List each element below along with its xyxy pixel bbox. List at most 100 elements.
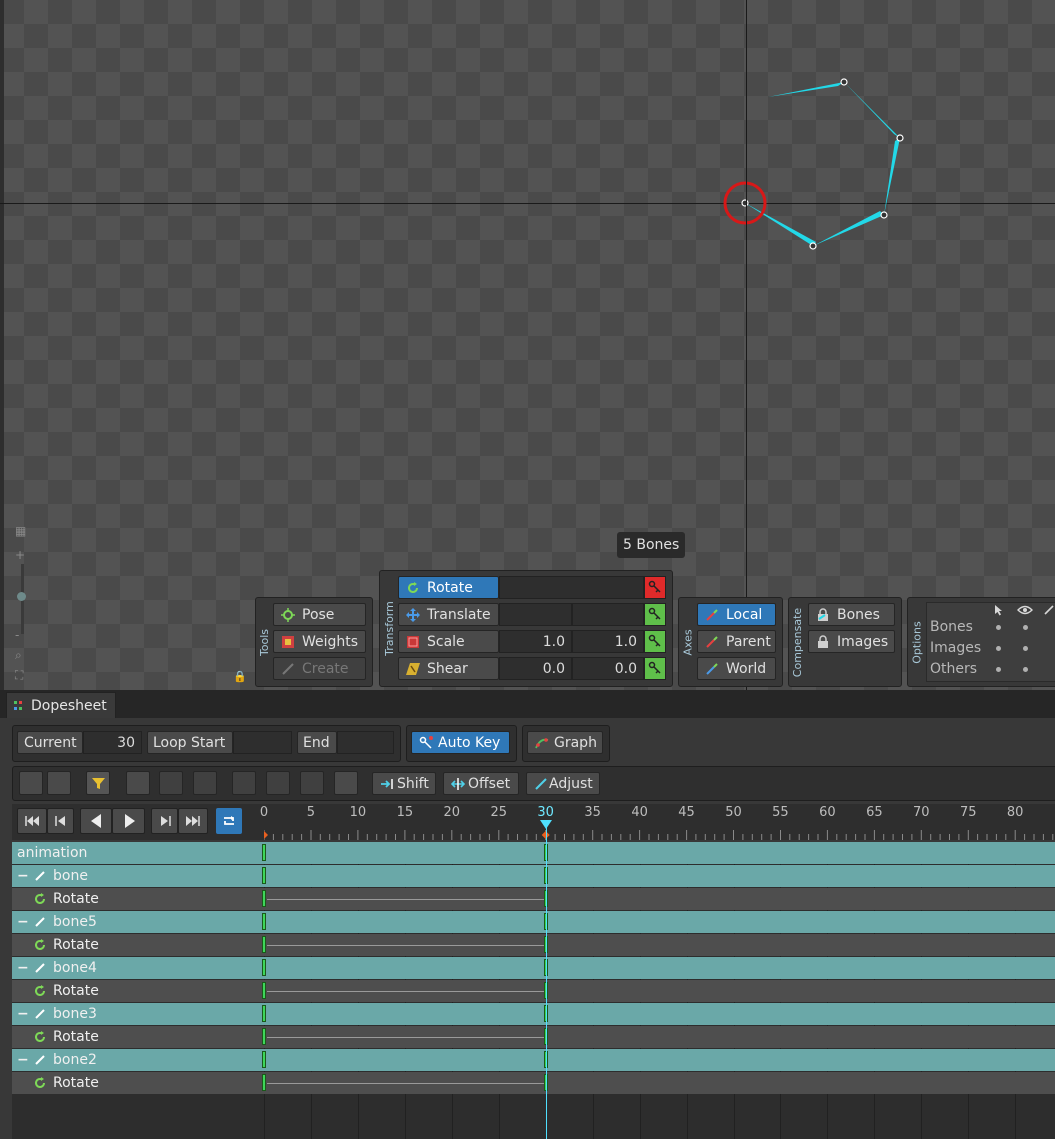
option-toggle[interactable] — [1023, 646, 1028, 651]
create-bone-icon — [282, 663, 294, 675]
fit-view-icon[interactable]: ⛶ — [15, 668, 23, 683]
option-toggle[interactable] — [1023, 625, 1028, 630]
cut-icon[interactable] — [266, 771, 290, 795]
loop-toggle-button[interactable] — [216, 808, 242, 834]
offset-button[interactable]: Offset — [443, 772, 519, 795]
keyframe[interactable] — [262, 867, 266, 884]
zoom-in-icon[interactable]: + — [15, 548, 25, 562]
shear-y-field[interactable]: 0.0 — [572, 657, 644, 680]
key-interpolation-line — [267, 1083, 544, 1084]
key-interpolation-line — [267, 945, 544, 946]
collapse-icon[interactable]: − — [17, 1049, 29, 1071]
local-axes-button[interactable]: Local — [697, 603, 776, 626]
adjust-button[interactable]: Adjust — [526, 772, 600, 795]
collapse-icon[interactable]: − — [17, 1003, 29, 1025]
expand-all-icon[interactable] — [47, 771, 71, 795]
bone-track-row[interactable]: − bone4 — [12, 957, 1055, 979]
playhead[interactable] — [546, 820, 547, 1139]
keyframe[interactable] — [262, 1005, 266, 1022]
shear-x-field[interactable]: 0.0 — [499, 657, 572, 680]
option-toggle[interactable] — [996, 667, 1001, 672]
keyframe[interactable] — [262, 936, 266, 953]
paste-icon[interactable] — [334, 771, 358, 795]
bone-track-row[interactable]: − bone — [12, 865, 1055, 887]
create-tool-button[interactable]: Create — [273, 657, 366, 680]
zoom-slider-knob[interactable] — [17, 592, 26, 601]
zoom-control[interactable]: ▦ + - ⌕ ⛶ — [12, 524, 32, 684]
curve-icon[interactable] — [193, 771, 217, 795]
keyframe[interactable] — [262, 982, 266, 999]
option-toggle[interactable] — [1023, 667, 1028, 672]
scale-key-button[interactable] — [644, 630, 666, 653]
lock-icon[interactable]: 🔒 — [233, 670, 247, 683]
keyframe[interactable] — [262, 1028, 266, 1045]
weights-tool-button[interactable]: Weights — [273, 630, 366, 653]
play-backward-icon — [91, 814, 101, 828]
timeline-name: Rotate — [53, 1029, 99, 1045]
world-axes-button[interactable]: World — [697, 657, 776, 680]
bone-track-row[interactable]: − bone2 — [12, 1049, 1055, 1071]
last-frame-button[interactable] — [178, 808, 208, 834]
translate-y-field[interactable] — [572, 603, 644, 626]
collapse-icon[interactable]: − — [17, 957, 29, 979]
previous-key-button[interactable] — [47, 808, 74, 834]
rotate-mode-button[interactable]: Rotate — [398, 576, 499, 599]
keyframe[interactable] — [262, 890, 266, 907]
option-toggle[interactable] — [996, 646, 1001, 651]
copy-icon[interactable] — [232, 771, 256, 795]
scale-y-field[interactable]: 1.0 — [572, 630, 644, 653]
loop-keys-icon[interactable] — [159, 771, 183, 795]
keyframe[interactable] — [262, 1051, 266, 1068]
shear-mode-button[interactable]: Shear — [398, 657, 499, 680]
animation-row[interactable]: animation — [12, 842, 1055, 864]
collapse-icon[interactable]: − — [17, 911, 29, 933]
grid-icon[interactable]: ▦ — [15, 524, 26, 538]
bone-name: bone4 — [53, 960, 97, 976]
delete-icon[interactable] — [300, 771, 324, 795]
option-toggle[interactable] — [996, 625, 1001, 630]
end-frame-field[interactable] — [337, 731, 394, 754]
timeline-name: Rotate — [53, 891, 99, 907]
playhead-marker-icon[interactable] — [540, 820, 552, 829]
rotate-icon — [35, 1031, 45, 1042]
current-frame-field[interactable]: 30 — [83, 731, 142, 754]
parent-axes-button[interactable]: Parent — [697, 630, 776, 653]
scale-mode-button[interactable]: Scale — [398, 630, 499, 653]
dopesheet-icon — [14, 701, 22, 710]
loop-start-field[interactable] — [233, 731, 292, 754]
bone-name: bone — [53, 868, 88, 884]
rotate-key-button[interactable] — [644, 576, 666, 599]
collapse-all-icon[interactable] — [19, 771, 43, 795]
translate-mode-button[interactable]: Translate — [398, 603, 499, 626]
play-forward-button[interactable] — [112, 808, 145, 834]
play-backward-button[interactable] — [80, 808, 112, 834]
pose-tool-button[interactable]: Pose — [273, 603, 366, 626]
magnifier-icon[interactable]: ⌕ — [15, 648, 22, 663]
keyframe[interactable] — [262, 959, 266, 976]
filter-icon[interactable] — [86, 771, 110, 795]
graph-button[interactable]: Graph — [527, 731, 603, 754]
first-frame-button[interactable] — [17, 808, 47, 834]
translate-key-button[interactable] — [644, 603, 666, 626]
tab-dopesheet[interactable]: Dopesheet — [6, 692, 116, 718]
translate-x-field[interactable] — [499, 603, 572, 626]
auto-key-button[interactable]: Auto Key — [411, 731, 510, 754]
keyframe[interactable] — [262, 913, 266, 930]
keyframe[interactable] — [262, 1074, 266, 1091]
previous-key-icon — [55, 816, 65, 826]
lock-keys-icon[interactable] — [126, 771, 150, 795]
compensate-images-button[interactable]: Images — [808, 630, 895, 653]
collapse-icon[interactable]: − — [17, 865, 29, 887]
key-icon — [648, 580, 661, 593]
next-key-button[interactable] — [151, 808, 178, 834]
bone-track-row[interactable]: − bone5 — [12, 911, 1055, 933]
bone-name: bone5 — [53, 914, 97, 930]
bone-track-row[interactable]: − bone3 — [12, 1003, 1055, 1025]
shift-button[interactable]: Shift — [372, 772, 436, 795]
scale-x-field[interactable]: 1.0 — [499, 630, 572, 653]
keyframe[interactable] — [262, 844, 266, 861]
rotate-value-field[interactable] — [499, 576, 644, 599]
compensate-bones-button[interactable]: Bones — [808, 603, 895, 626]
zoom-out-icon[interactable]: - — [15, 628, 19, 642]
shear-key-button[interactable] — [644, 657, 666, 680]
